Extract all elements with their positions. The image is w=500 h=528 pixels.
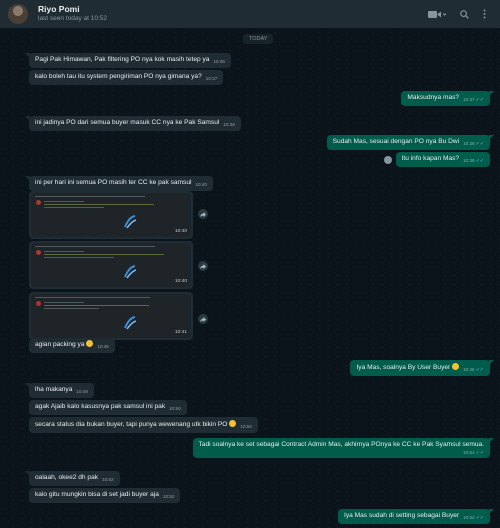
image-message[interactable]: 10:41 (29, 292, 193, 340)
video-call-icon[interactable] (428, 10, 446, 19)
emoji-icon[interactable] (384, 156, 392, 164)
emoji-icon (86, 340, 94, 347)
message-outgoing[interactable]: Itu info kapan Mas? 10:39✓✓ (395, 152, 490, 168)
message-outgoing[interactable]: Tadi soalnya ke set sebagai Contract Adm… (192, 438, 494, 459)
chat-header: Riyo Pomi last seen today at 10:52 (0, 0, 500, 28)
menu-icon[interactable] (483, 9, 486, 19)
last-seen-status: last seen today at 10:52 (38, 15, 108, 23)
message-incoming[interactable]: kalo gitu mungkin bisa di set jadi buyer… (29, 488, 181, 503)
email-screenshot-thumbnail: 10:40 (31, 243, 191, 287)
forward-icon[interactable] (198, 209, 208, 219)
date-divider: TODAY (243, 34, 274, 44)
message-incoming[interactable]: agak Ajaib kalo kasusnya pak samsul ini … (29, 400, 187, 415)
emoji-icon (229, 420, 237, 427)
email-screenshot-thumbnail: 10:40 (31, 193, 191, 237)
read-receipt-icon: ✓✓ (475, 97, 484, 103)
image-message[interactable]: 10:40 (29, 191, 193, 239)
message-incoming[interactable]: kalo boleh tau itu system pengiriman PO … (29, 70, 224, 85)
emoji-icon (452, 363, 460, 370)
email-screenshot-thumbnail: 10:41 (31, 294, 191, 338)
forward-icon[interactable] (198, 314, 208, 324)
message-incoming[interactable]: Pagi Pak Himawan, Pak filtering PO nya k… (25, 53, 231, 68)
message-incoming[interactable]: ini jadinya PO dari semua buyer masuk CC… (25, 116, 241, 131)
contact-info[interactable]: Riyo Pomi last seen today at 10:52 (38, 4, 428, 23)
message-outgoing[interactable]: Sudah Mas, sesuai dengan PO nya Bu Dwi 10… (326, 135, 495, 151)
image-message[interactable]: 10:40 (29, 241, 193, 289)
avatar[interactable] (8, 4, 28, 24)
search-icon[interactable] (460, 9, 469, 19)
message-incoming[interactable]: ini per hari ini semua PO masih ter CC k… (25, 176, 213, 191)
message-outgoing[interactable]: Iya Mas, soalnya By User Buyer 10:46✓✓ (350, 360, 494, 377)
contact-name: Riyo Pomi (38, 4, 80, 15)
logo-icon (123, 215, 137, 234)
message-incoming[interactable]: secara status dia bukan buyer, tapi puny… (29, 417, 258, 433)
header-actions (428, 9, 486, 19)
message-incoming[interactable]: oalaah, okee2 dh pak 10:52 (25, 471, 120, 486)
forward-icon[interactable] (198, 261, 208, 271)
logo-icon (123, 265, 137, 284)
message-incoming[interactable]: agian packing ya 10:45 (29, 339, 115, 353)
message-outgoing[interactable]: Maksudnya mas? 10:37✓✓ (401, 91, 494, 107)
logo-icon (123, 316, 137, 335)
message-list[interactable]: TODAY Pagi Pak Himawan, Pak filtering PO… (0, 28, 500, 528)
message-outgoing[interactable]: Iya Mas sudah di setting sebagai Buyer 10… (338, 509, 494, 525)
message-incoming[interactable]: lha makanya 10:49 (25, 383, 94, 398)
